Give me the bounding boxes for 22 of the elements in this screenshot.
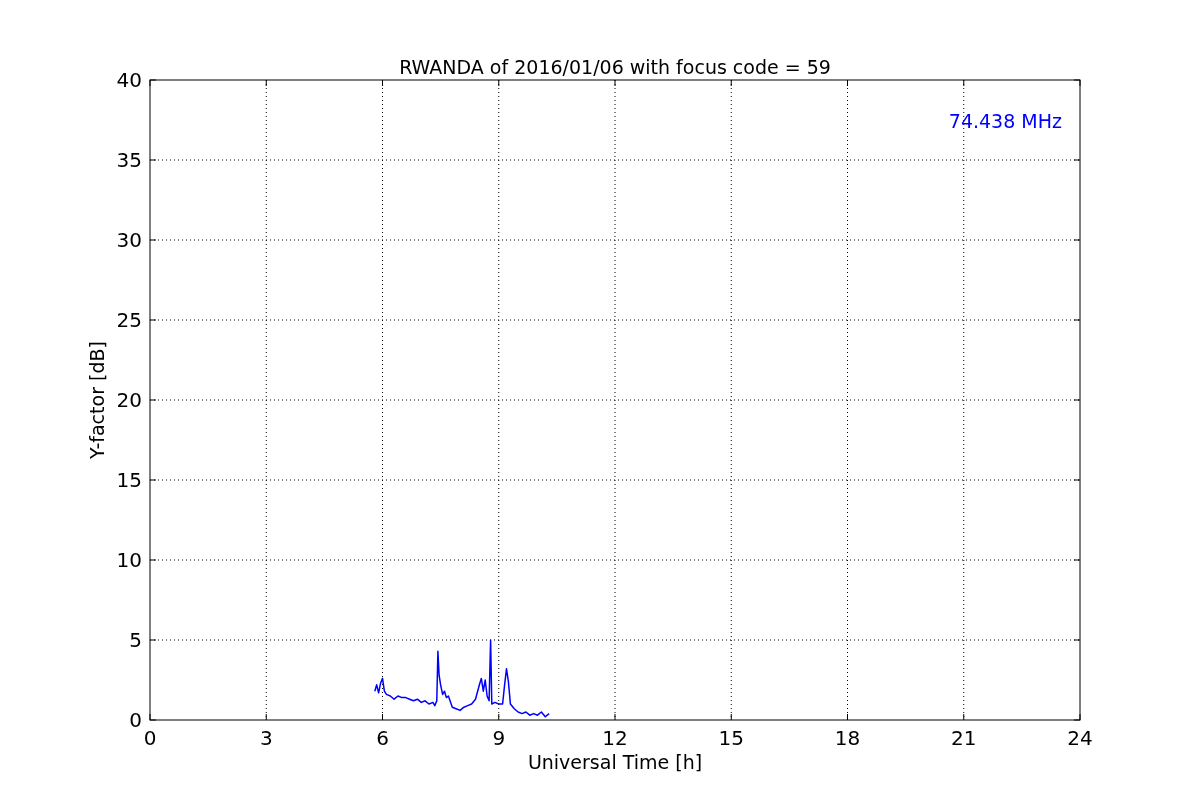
tick-label: 40 [116,68,142,92]
tick-label: 5 [129,628,142,652]
tick-label: 18 [834,726,861,750]
tick-label: 0 [143,726,157,750]
chart-title: RWANDA of 2016/01/06 with focus code = 59 [399,56,831,78]
tick-label: 35 [116,148,142,172]
tick-label: 15 [116,468,142,492]
tick-label: 6 [376,726,389,750]
x-axis-label: Universal Time [h] [527,751,703,773]
tick-label: 0 [129,708,142,732]
tick-label: 25 [116,308,142,332]
y-axis-label: Y-factor [dB] [86,341,108,459]
tick-label: 15 [718,726,744,750]
tick-label: 9 [492,726,506,750]
tick-label: 12 [602,726,628,750]
tick-label: 24 [1067,726,1093,750]
tick-label: 10 [116,548,142,572]
tick-label: 20 [116,388,142,412]
tick-label: 30 [116,228,142,252]
tick-label: 21 [951,726,977,750]
series-label: 74.438 MHz [948,110,1062,132]
tick-label: 3 [259,726,273,750]
